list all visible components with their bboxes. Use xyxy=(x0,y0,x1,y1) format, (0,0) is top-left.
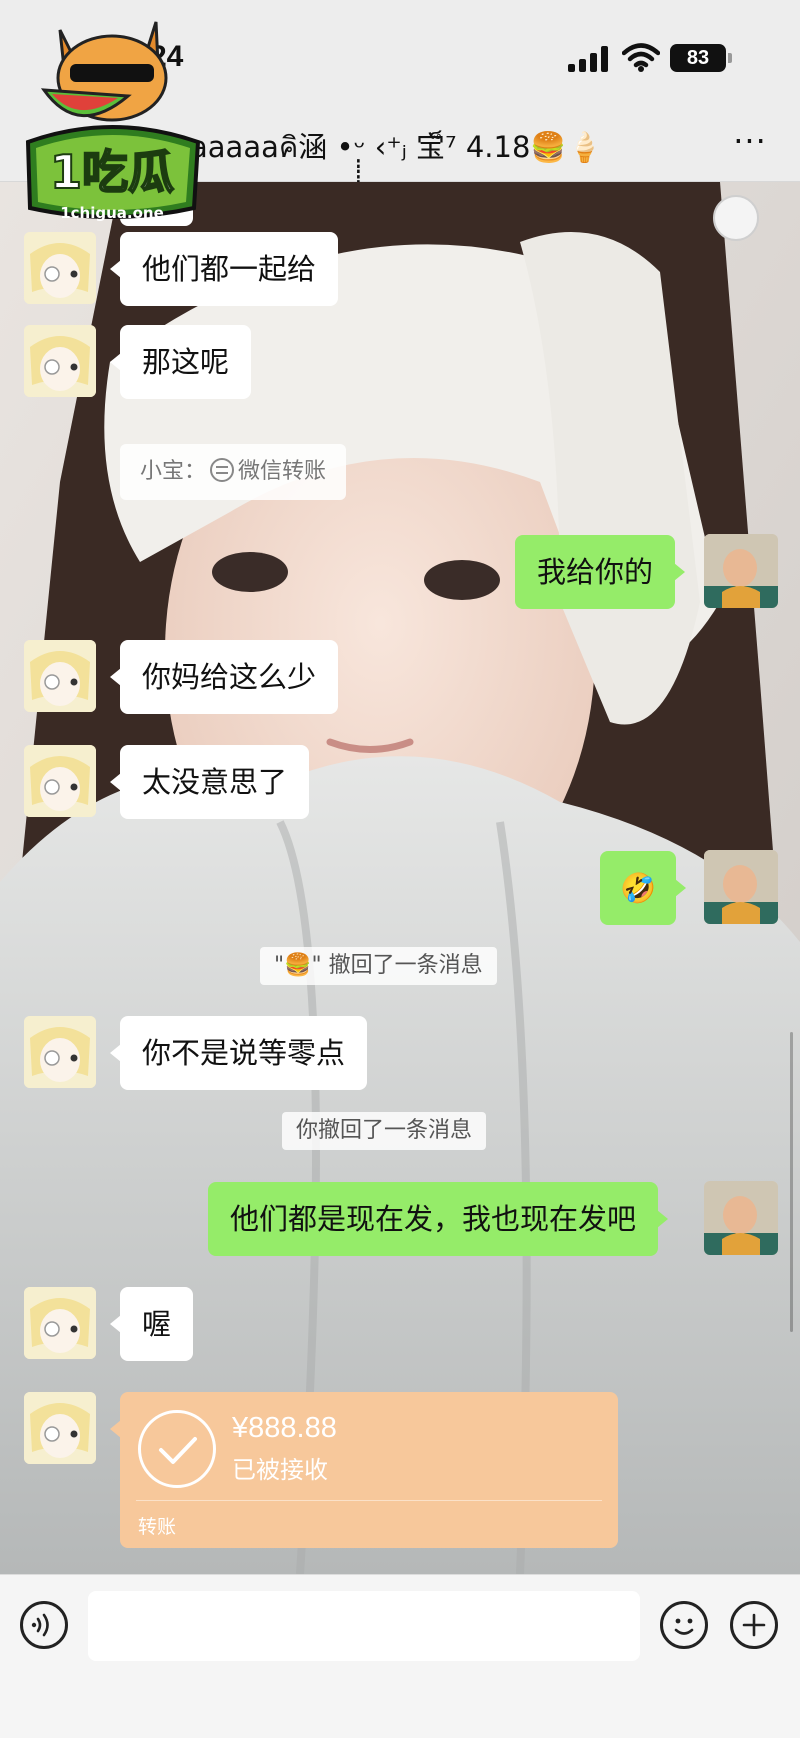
transfer-icon xyxy=(210,458,235,482)
transfer-label: 转账 xyxy=(138,1516,177,1538)
avatar[interactable] xyxy=(24,745,96,817)
message-bubble[interactable]: 他们都是现在发，我也现在发吧 xyxy=(208,1182,669,1256)
input-bar xyxy=(0,1574,800,1738)
quote-sender: 小宝： xyxy=(140,459,207,484)
message-bubble[interactable]: 他们都一起给 xyxy=(109,232,339,306)
more-options-button[interactable]: ··· xyxy=(728,125,772,160)
add-icon[interactable] xyxy=(730,1601,778,1649)
avatar[interactable] xyxy=(24,640,96,712)
message-bubble[interactable]: 太没意思了 xyxy=(109,745,310,819)
message-input[interactable] xyxy=(88,1591,640,1661)
message-bubble[interactable]: 我给你的 xyxy=(515,535,686,609)
quoted-message[interactable]: 小宝： 微信转账 xyxy=(120,444,347,500)
voice-icon[interactable] xyxy=(20,1601,68,1649)
battery-indicator: 83 xyxy=(670,44,732,72)
quote-text: 微信转账 xyxy=(238,459,327,484)
wifi-icon xyxy=(622,43,660,72)
site-logo: 1吃瓜 1chigua.one xyxy=(18,12,206,230)
message-bubble[interactable]: 喔 xyxy=(109,1287,194,1361)
message-bubble[interactable]: 你不是说等零点 xyxy=(109,1016,368,1090)
avatar[interactable] xyxy=(24,1392,96,1464)
emoji-icon[interactable] xyxy=(660,1601,708,1649)
avatar[interactable] xyxy=(24,232,96,304)
message-bubble[interactable]: 那这呢 xyxy=(109,325,252,399)
message-bubble[interactable]: 你妈给这么少 xyxy=(109,640,339,714)
transfer-status: 已被接收 xyxy=(232,1456,328,1484)
avatar-self[interactable] xyxy=(704,1181,778,1255)
system-notice: 你撤回了一条消息 xyxy=(282,1112,487,1150)
logo-domain: 1chigua.one xyxy=(60,204,164,222)
check-icon xyxy=(138,1410,216,1488)
scrollbar[interactable] xyxy=(790,1032,793,1332)
transfer-card[interactable]: ¥888.88 已被接收 转账 xyxy=(110,1392,618,1548)
avatar[interactable] xyxy=(24,1016,96,1088)
logo-text: 1吃瓜 xyxy=(50,145,174,199)
signal-icon xyxy=(568,46,610,72)
message-bubble[interactable]: 🤣 xyxy=(600,851,687,925)
avatar-self[interactable] xyxy=(704,850,778,924)
divider xyxy=(136,1500,602,1501)
avatar[interactable] xyxy=(24,1287,96,1359)
chat-title: aaaaaคิ涵 •ᵕ̣̣̣̣̣ ‹⁺ⱼ 宝็⁷ 4.18🍔🍦 xyxy=(190,130,603,164)
avatar-self[interactable] xyxy=(704,534,778,608)
chat-area: 道 他们都一起给 那这呢 小宝：微信转账 我给你的 你妈给这么少 xyxy=(0,182,800,1574)
system-notice: "🍔" 撤回了一条消息 xyxy=(260,947,497,985)
avatar[interactable] xyxy=(24,325,96,397)
transfer-amount: ¥888.88 xyxy=(232,1412,337,1444)
